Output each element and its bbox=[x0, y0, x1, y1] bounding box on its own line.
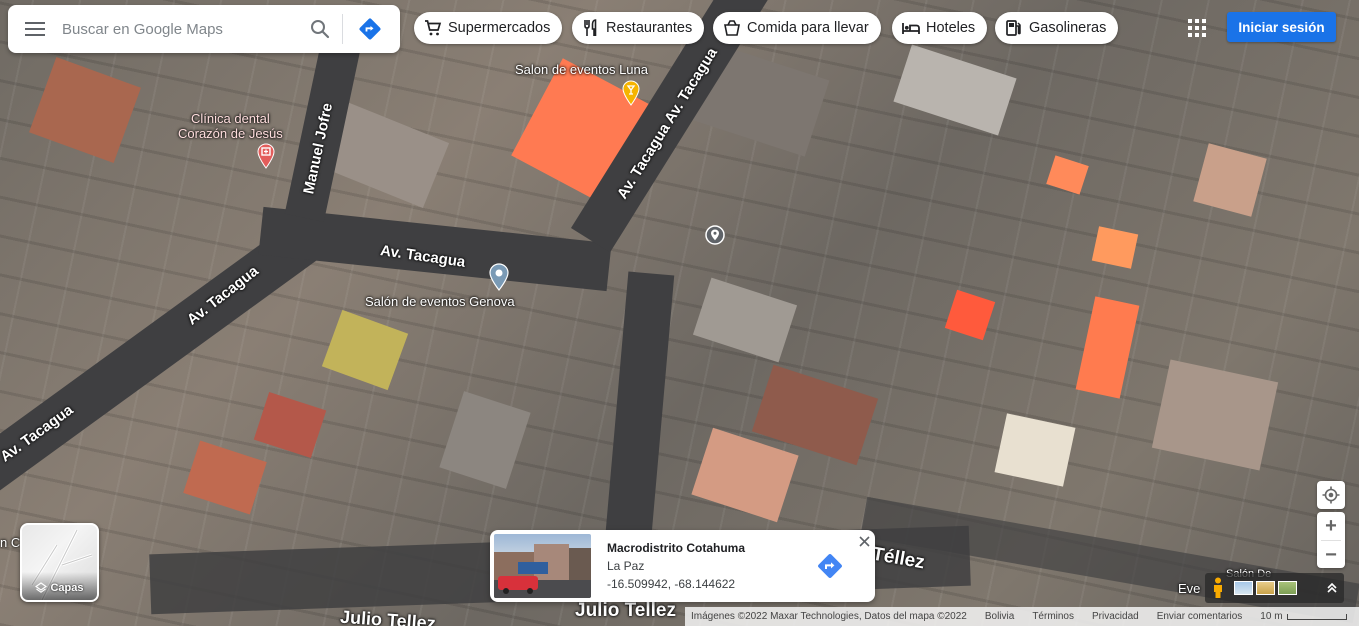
menu-button[interactable] bbox=[8, 5, 62, 53]
place-label-clinica[interactable]: Clínica dental Corazón de Jesús bbox=[178, 111, 283, 141]
place-pin-icon[interactable] bbox=[489, 263, 509, 291]
expand-button[interactable] bbox=[1320, 573, 1344, 603]
map-roof bbox=[691, 427, 799, 523]
map-roof bbox=[1075, 296, 1140, 399]
layers-button[interactable]: Capas bbox=[20, 523, 99, 602]
map-roof bbox=[692, 277, 798, 363]
pegman-button[interactable] bbox=[1205, 573, 1231, 603]
chip-hoteles[interactable]: Hoteles bbox=[892, 12, 988, 44]
chip-label: Supermercados bbox=[448, 20, 551, 36]
map-roof bbox=[183, 440, 267, 515]
road-label-julio-tellez: Julio Tellez bbox=[575, 600, 677, 621]
search-icon bbox=[311, 20, 330, 39]
hotel-icon bbox=[902, 23, 920, 34]
chip-label: Gasolineras bbox=[1029, 20, 1107, 36]
map-roof bbox=[1193, 143, 1267, 217]
search-box bbox=[8, 5, 400, 53]
road-label-julio-tellez: Julio Tellez bbox=[339, 606, 437, 626]
chip-label: Comida para llevar bbox=[747, 20, 869, 36]
info-directions-button[interactable] bbox=[814, 550, 846, 582]
info-coordinates: -16.509942, -68.144622 bbox=[607, 577, 736, 591]
map-footer: Imágenes ©2022 Maxar Technologies, Datos… bbox=[685, 607, 1359, 626]
footer-privacy-link[interactable]: Privacidad bbox=[1092, 611, 1139, 622]
zoom-in-button[interactable]: + bbox=[1317, 512, 1345, 540]
street-view-thumbnail[interactable] bbox=[494, 534, 591, 598]
directions-button[interactable] bbox=[343, 5, 397, 53]
map-roof bbox=[994, 413, 1076, 487]
search-button[interactable] bbox=[298, 5, 342, 53]
road-south bbox=[605, 271, 675, 535]
chip-supermercados[interactable]: Supermercados bbox=[414, 12, 563, 44]
restaurant-icon bbox=[584, 19, 597, 36]
layers-label: Capas bbox=[50, 582, 84, 594]
scale-label: 10 m bbox=[1260, 611, 1283, 622]
map-type-strip bbox=[1205, 573, 1344, 603]
zoom-controls: + − bbox=[1317, 512, 1345, 568]
map-roof bbox=[1091, 226, 1139, 269]
zoom-out-button[interactable]: − bbox=[1317, 541, 1345, 569]
scale-bar bbox=[1286, 613, 1347, 620]
gas-station-icon bbox=[1006, 20, 1021, 36]
map-roof bbox=[439, 391, 531, 489]
cart-icon bbox=[425, 20, 442, 36]
directions-icon bbox=[818, 554, 842, 578]
bar-pin-icon[interactable] bbox=[622, 80, 640, 106]
chip-gasolineras[interactable]: Gasolineras bbox=[995, 12, 1119, 44]
place-label-eve[interactable]: Eve bbox=[1178, 581, 1200, 596]
chip-label: Restaurantes bbox=[606, 20, 693, 36]
place-label-partial[interactable]: n C bbox=[0, 535, 20, 550]
pegman-icon bbox=[1214, 577, 1222, 598]
clinic-pin-icon[interactable] bbox=[257, 143, 275, 169]
chip-label: Hoteles bbox=[926, 20, 976, 36]
chip-restaurantes[interactable]: Restaurantes bbox=[572, 12, 705, 44]
footer-feedback-link[interactable]: Enviar comentarios bbox=[1157, 611, 1243, 622]
apps-button[interactable] bbox=[1184, 15, 1210, 41]
map-roof bbox=[1046, 155, 1089, 195]
map-type-thumb-satellite[interactable] bbox=[1278, 581, 1297, 595]
signin-button[interactable]: Iniciar sesión bbox=[1227, 12, 1336, 42]
location-marker-icon[interactable] bbox=[705, 225, 725, 245]
footer-imagery-credit: Imágenes ©2022 Maxar Technologies, Datos… bbox=[691, 611, 967, 622]
map-roof bbox=[893, 44, 1017, 136]
chip-comida-para-llevar[interactable]: Comida para llevar bbox=[713, 12, 881, 44]
map-roof bbox=[944, 289, 996, 341]
map-roof bbox=[321, 309, 409, 391]
search-input[interactable] bbox=[62, 20, 298, 38]
footer-country[interactable]: Bolivia bbox=[985, 611, 1014, 622]
map-roof bbox=[29, 57, 141, 163]
layers-icon bbox=[35, 582, 48, 593]
map-roof bbox=[1151, 359, 1279, 471]
menu-icon bbox=[25, 22, 45, 36]
my-location-button[interactable] bbox=[1317, 481, 1345, 509]
info-close-button[interactable] bbox=[856, 533, 872, 549]
map-roof bbox=[253, 391, 327, 459]
expand-icon bbox=[1327, 582, 1337, 593]
info-title: Macrodistrito Cotahuma bbox=[607, 541, 746, 555]
place-label-salon-luna[interactable]: Salon de eventos Luna bbox=[515, 62, 648, 77]
street-photo bbox=[494, 544, 591, 598]
map-type-thumb-terrain[interactable] bbox=[1234, 581, 1253, 595]
apps-grid-icon bbox=[1188, 19, 1206, 37]
location-info-card[interactable]: Macrodistrito Cotahuma La Paz -16.509942… bbox=[490, 530, 875, 602]
info-subtitle: La Paz bbox=[607, 559, 645, 573]
map-type-thumb-default[interactable] bbox=[1256, 581, 1275, 595]
close-icon bbox=[858, 535, 870, 547]
directions-icon bbox=[359, 18, 381, 40]
layers-label-row: Capas bbox=[22, 582, 97, 594]
map-scale[interactable]: 10 m bbox=[1260, 611, 1347, 622]
my-location-icon bbox=[1322, 486, 1340, 504]
takeout-icon bbox=[724, 20, 740, 36]
footer-terms-link[interactable]: Términos bbox=[1032, 611, 1074, 622]
place-label-salon-genova[interactable]: Salón de eventos Genova bbox=[365, 294, 515, 309]
